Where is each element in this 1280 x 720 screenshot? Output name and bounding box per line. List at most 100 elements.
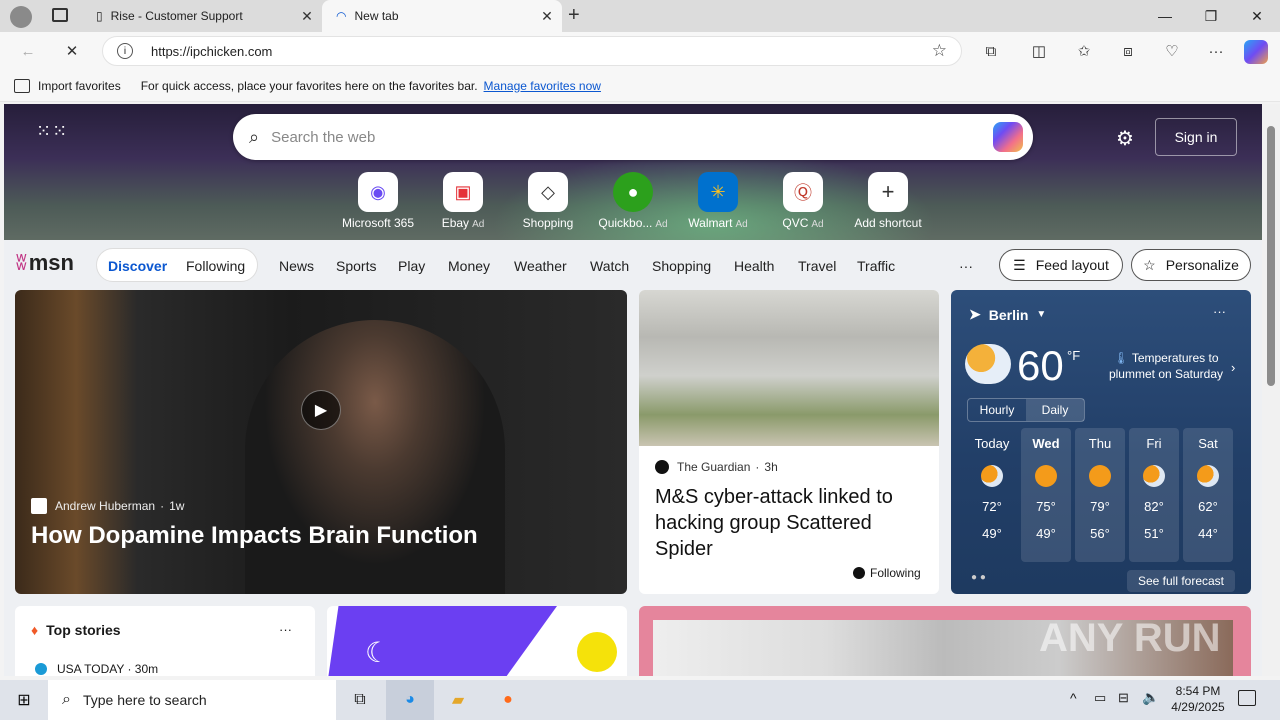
close-tab-icon[interactable]: ✕ <box>532 8 562 25</box>
favorites-icon[interactable]: ✩ <box>1070 38 1098 64</box>
carousel-dots[interactable]: ● ● <box>971 572 986 583</box>
shortcut-ebay[interactable]: ▣ Ebay Ad <box>424 172 502 230</box>
file-explorer-icon[interactable]: ▰ <box>434 680 482 720</box>
video-thumbnail <box>245 320 505 594</box>
edge-taskbar-icon[interactable]: ◕ <box>386 680 434 720</box>
windows-start-icon[interactable]: ⊞ <box>0 680 48 720</box>
nav-weather[interactable]: Weather <box>514 258 567 274</box>
tab-new-tab[interactable]: ◠ New tab ✕ <box>322 0 562 32</box>
task-view-icon[interactable]: ⧉ <box>336 680 384 720</box>
more-menu-icon[interactable]: ··· <box>1202 38 1230 64</box>
following-badge[interactable]: Following <box>853 566 921 580</box>
partly-cloudy-icon <box>981 465 1003 487</box>
more-options-icon[interactable]: ··· <box>279 622 292 637</box>
shortcut-qvc[interactable]: Ⓠ QVC Ad <box>764 172 842 230</box>
collections-icon[interactable]: ⧈ <box>1114 38 1142 64</box>
nav-news[interactable]: News <box>279 258 314 274</box>
forecast-day[interactable]: Thu 79° 56° <box>1075 428 1125 562</box>
feed-layout-button[interactable]: ☰ Feed layout <box>999 249 1123 281</box>
address-bar[interactable]: i https://ipchicken.com ☆ <box>102 36 962 66</box>
weather-card[interactable]: ➤ Berlin ▼ ··· 60 °F 🌡 Temperatures to p… <box>951 290 1251 594</box>
manage-favorites-link[interactable]: Manage favorites now <box>484 79 601 93</box>
play-icon[interactable]: ▶ <box>301 390 341 430</box>
story-title[interactable]: M&S cyber-attack linked to hacking group… <box>655 484 925 562</box>
ethernet-icon[interactable]: ⊟ <box>1118 690 1129 706</box>
copilot-search-icon[interactable] <box>993 122 1023 152</box>
firefox-icon[interactable]: ● <box>484 680 532 720</box>
minimize-button[interactable]: — <box>1142 0 1188 32</box>
see-full-forecast-button[interactable]: See full forecast <box>1127 570 1235 592</box>
shortcut-add[interactable]: + Add shortcut <box>849 172 927 230</box>
nav-travel[interactable]: Travel <box>798 258 836 274</box>
nav-sports[interactable]: Sports <box>336 258 376 274</box>
restore-button[interactable]: ❐ <box>1188 0 1234 32</box>
clock[interactable]: 8:54 PM 4/29/2025 <box>1168 683 1228 715</box>
settings-gear-icon[interactable]: ⚙ <box>1116 126 1134 151</box>
m365-icon: ◉ <box>358 172 398 212</box>
stop-loading-button[interactable]: ✕ <box>58 38 86 64</box>
info-icon[interactable]: i <box>117 43 133 59</box>
more-options-icon[interactable]: ··· <box>1213 304 1226 319</box>
tab-actions-icon[interactable] <box>52 8 68 22</box>
scrollbar-thumb[interactable] <box>1267 126 1275 386</box>
profile-icon[interactable] <box>10 6 32 28</box>
nav-money[interactable]: Money <box>448 258 490 274</box>
shortcut-microsoft-365[interactable]: ◉ Microsoft 365 <box>339 172 417 230</box>
close-tab-icon[interactable]: ✕ <box>292 8 322 25</box>
forecast-day[interactable]: Wed 75° 49° <box>1021 428 1071 562</box>
search-input[interactable]: Search the web <box>271 129 375 146</box>
url-text[interactable]: https://ipchicken.com <box>151 44 272 59</box>
forecast-day[interactable]: Today 72° 49° <box>967 428 1017 562</box>
image-card[interactable]: ANY RUN <box>639 606 1251 676</box>
tray-chevron-icon[interactable]: ^ <box>1070 690 1077 706</box>
notifications-icon[interactable] <box>1238 690 1256 706</box>
location-row[interactable]: ➤ Berlin ▼ <box>969 306 1046 323</box>
msn-logo[interactable]: ʬ msn <box>16 250 74 276</box>
sun-icon <box>577 632 617 672</box>
nav-more-button[interactable]: ··· <box>959 258 973 274</box>
usa-today-logo-icon <box>35 663 47 675</box>
shortcut-shopping[interactable]: ◇ Shopping <box>509 172 587 230</box>
copilot-icon[interactable] <box>1244 40 1268 64</box>
sparkle-icon: ☆ <box>1143 256 1156 273</box>
forecast-day[interactable]: Sat 62° 44° <box>1183 428 1233 562</box>
forecast-day[interactable]: Fri 82° 51° <box>1129 428 1179 562</box>
tab-hourly[interactable]: Hourly <box>968 399 1026 421</box>
promo-card[interactable]: ☾ <box>327 606 627 676</box>
shortcut-walmart[interactable]: ✳ Walmart Ad <box>679 172 757 230</box>
browser-essentials-icon[interactable]: ♡ <box>1158 38 1186 64</box>
apps-launcher-icon[interactable]: ⁙⁙ <box>36 122 67 148</box>
new-tab-button[interactable]: + <box>568 4 580 27</box>
close-window-button[interactable]: ✕ <box>1234 0 1280 32</box>
top-stories-card[interactable]: ♦ Top stories ··· USA TODAY · 30m <box>15 606 315 676</box>
tab-following[interactable]: Following <box>186 258 245 274</box>
taskbar-search[interactable]: ⌕ Type here to search <box>48 680 336 720</box>
nav-health[interactable]: Health <box>734 258 774 274</box>
extensions-icon[interactable]: ⧉ <box>977 38 1005 64</box>
import-favorites-icon[interactable] <box>14 78 30 93</box>
tab-daily[interactable]: Daily <box>1026 399 1084 421</box>
nav-traffic[interactable]: Traffic <box>857 258 895 274</box>
page-scrollbar[interactable] <box>1262 104 1280 676</box>
favorite-star-icon[interactable]: ☆ <box>932 41 947 61</box>
sign-in-button[interactable]: Sign in <box>1155 118 1237 156</box>
shortcut-quickbooks[interactable]: ● Quickbo... Ad <box>594 172 672 230</box>
personalize-button[interactable]: ☆ Personalize <box>1131 249 1251 281</box>
nav-shopping[interactable]: Shopping <box>652 258 711 274</box>
volume-icon[interactable]: 🔈 <box>1142 689 1159 706</box>
temp-unit[interactable]: °F <box>1067 348 1080 363</box>
nav-watch[interactable]: Watch <box>590 258 629 274</box>
lead-story-title[interactable]: How Dopamine Impacts Brain Function <box>31 522 478 550</box>
tab-rise-customer-support[interactable]: ▯ Rise - Customer Support ✕ <box>82 0 322 32</box>
lead-story-card[interactable]: ▶ Andrew Huberman · 1w How Dopamine Impa… <box>15 290 627 594</box>
tab-discover[interactable]: Discover <box>108 258 167 274</box>
story-card[interactable]: The Guardian · 3h M&S cyber-attack linke… <box>639 290 939 594</box>
import-favorites-button[interactable]: Import favorites <box>38 79 121 93</box>
web-search-box[interactable]: ⌕ Search the web <box>233 114 1033 160</box>
nav-play[interactable]: Play <box>398 258 425 274</box>
weather-alert[interactable]: 🌡 Temperatures to plummet on Saturday <box>1101 350 1231 382</box>
network-icon[interactable]: ▭ <box>1094 690 1106 706</box>
split-screen-icon[interactable]: ◫ <box>1025 38 1053 64</box>
chevron-right-icon[interactable]: › <box>1231 360 1235 375</box>
back-button[interactable]: ← <box>14 38 42 64</box>
